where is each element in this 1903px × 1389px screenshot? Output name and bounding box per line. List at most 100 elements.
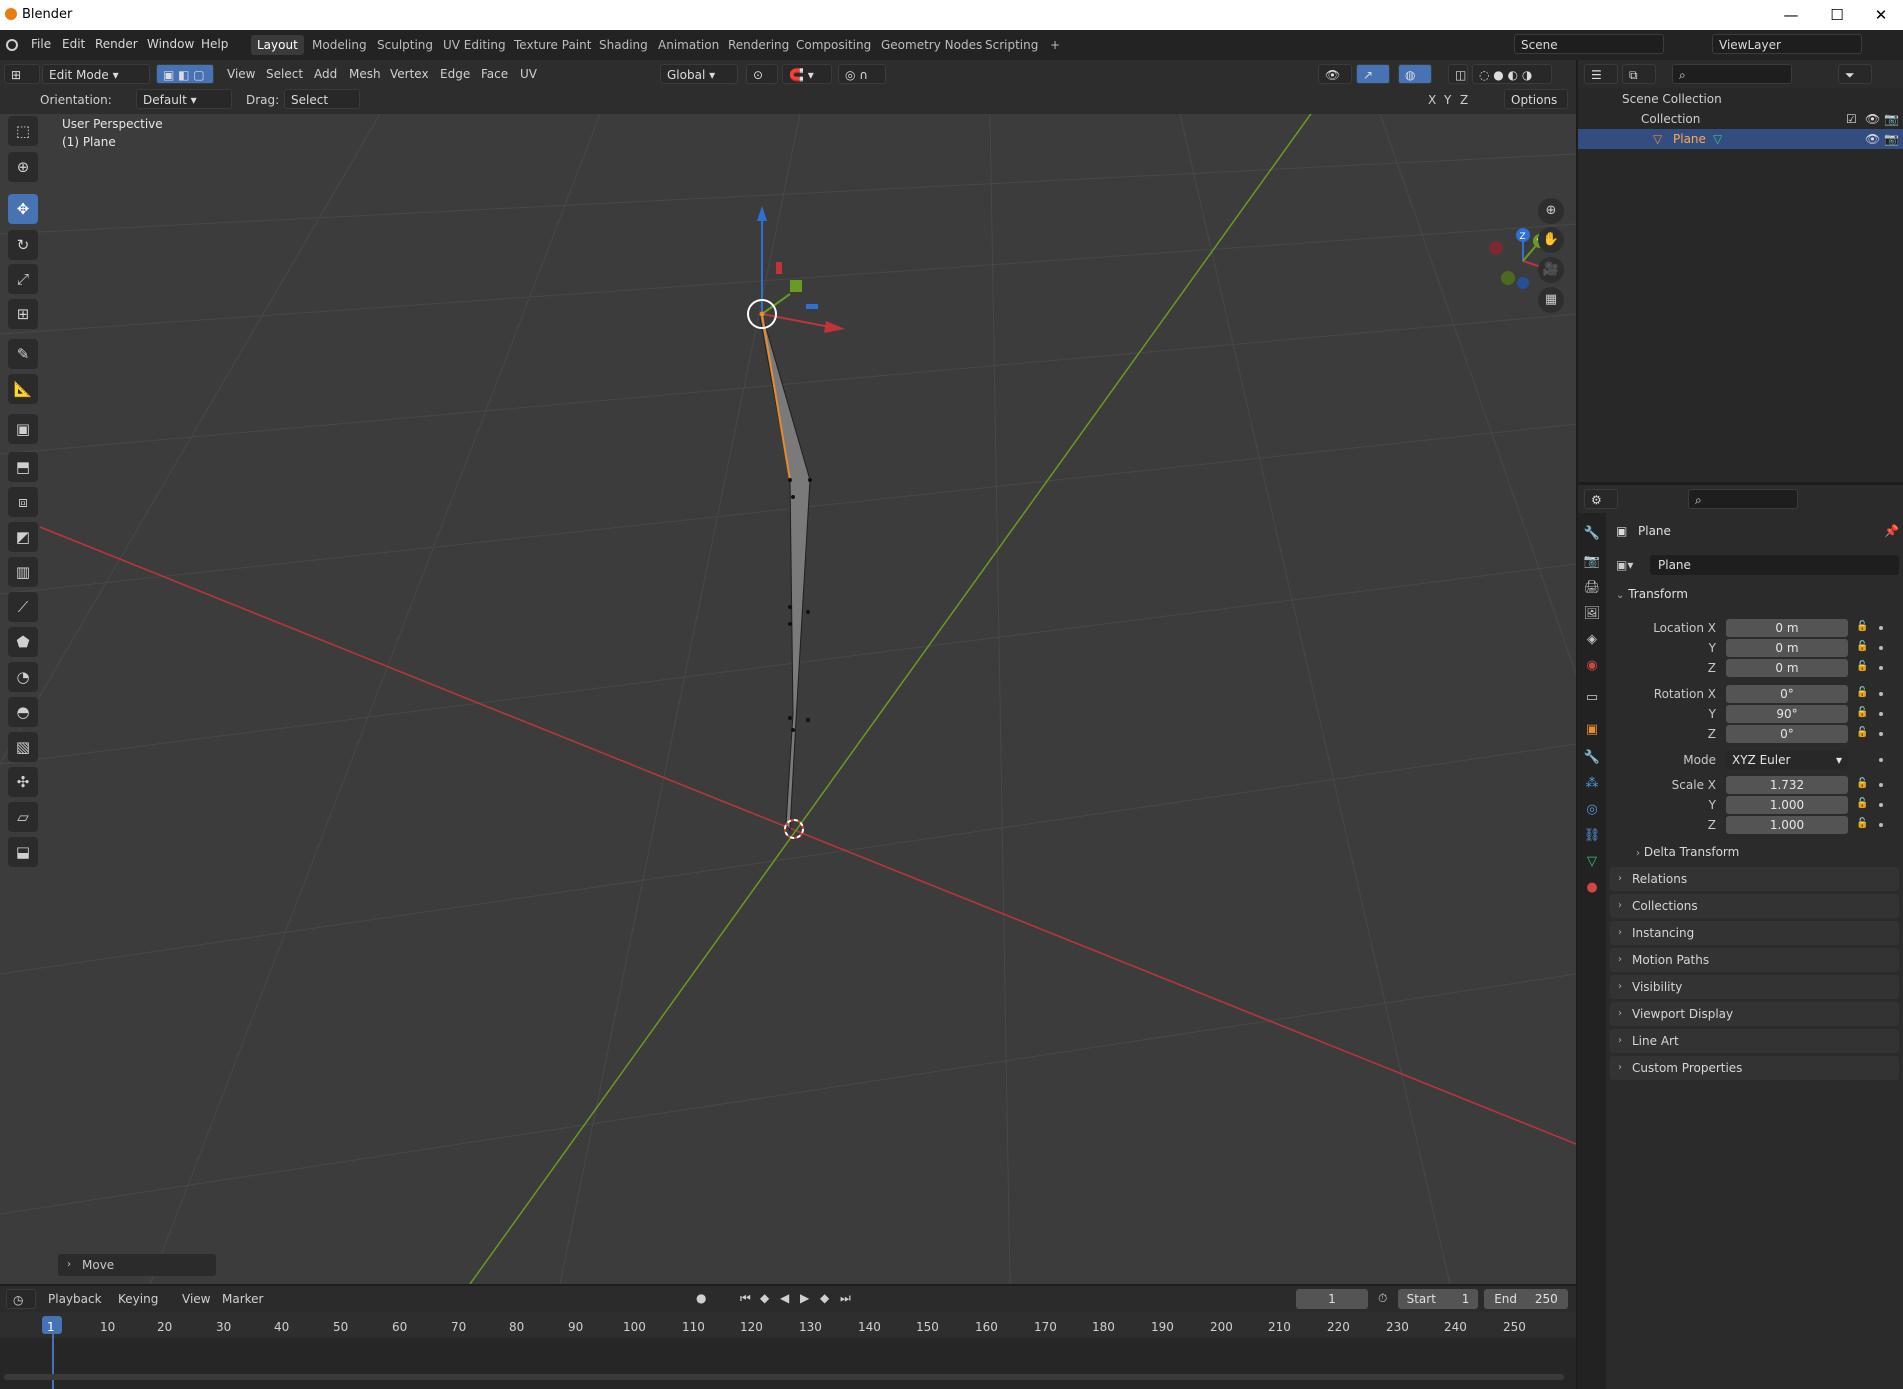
extrude-tool[interactable]: ⬒ [8,452,38,482]
spin-tool[interactable]: ◔ [8,662,38,692]
menu-vertex[interactable]: Vertex [390,67,429,81]
scale-z-field[interactable]: 1.000 [1726,816,1848,834]
select-box-tool[interactable]: ⬚ [8,116,38,146]
keying-menu[interactable]: Keying [118,1292,158,1306]
orientation-dropdown[interactable]: Default ▾ [136,89,232,109]
lock-icon[interactable]: 🔓 [1856,661,1868,672]
menu-help[interactable]: Help [201,37,228,51]
lock-icon[interactable]: 🔓 [1856,621,1868,632]
modifier-tab-icon[interactable]: 🔧 [1583,749,1601,767]
workspace-tab-layout[interactable]: Layout [251,35,304,55]
rotation-mode-dropdown[interactable]: XYZ Euler ▾ [1726,751,1848,769]
knife-tool[interactable]: ⟋ [8,592,38,622]
view-layer-tab-icon[interactable]: 🖼 [1583,605,1601,623]
add-workspace-button[interactable]: + [1044,35,1066,55]
menu-view[interactable]: View [227,67,255,81]
lock-icon[interactable]: 🔓 [1856,707,1868,718]
menu-file[interactable]: File [31,37,51,51]
next-keyframe-icon[interactable]: ◆ [820,1291,829,1305]
object-name-field[interactable]: Plane [1650,555,1899,575]
close-button[interactable]: ✕ [1858,0,1903,30]
keyframe-dot-icon[interactable] [1879,666,1883,670]
panel-visibility[interactable]: › Visibility [1610,975,1899,999]
filter-icon[interactable]: ⏷ [1838,64,1872,84]
eye-icon[interactable]: 👁 [1865,129,1880,149]
panel-relations[interactable]: › Relations [1610,867,1899,891]
stopwatch-icon[interactable]: ⏱ [1378,1291,1387,1306]
camera-icon[interactable]: 📷 [1884,129,1899,149]
panel-motion-paths[interactable]: › Motion Paths [1610,948,1899,972]
keyframe-dot-icon[interactable] [1879,732,1883,736]
location-x-field[interactable]: 0 m [1726,619,1848,637]
perspective-toggle-icon[interactable]: ▦ [1538,287,1564,313]
collection-tab-icon[interactable]: ▭ [1583,689,1601,707]
editor-type-button[interactable]: ⊞ [4,64,40,84]
shrink-fatten-tool[interactable]: ✣ [8,767,38,797]
proportional-edit-toggle[interactable]: ◎ ∩ [838,64,886,84]
menu-uv[interactable]: UV [520,67,537,81]
bevel-tool[interactable]: ◩ [8,522,38,552]
timeline-editor-type[interactable]: ◷ [6,1289,36,1309]
keyframe-dot-icon[interactable] [1879,783,1883,787]
location-y-field[interactable]: 0 m [1726,639,1848,657]
menu-mesh[interactable]: Mesh [349,67,381,81]
smooth-tool[interactable]: ◓ [8,697,38,727]
rotation-z-field[interactable]: 0° [1726,725,1848,743]
snap-toggle[interactable]: 🧲 ▾ [782,64,832,84]
menu-window[interactable]: Window [147,37,194,51]
overlay-toggle[interactable]: ◍ [1398,64,1432,84]
mode-selector[interactable]: Edit Mode ▾ [42,64,150,84]
lock-icon[interactable]: 🔓 [1856,641,1868,652]
workspace-tab-sculpting[interactable]: Sculpting [371,35,439,55]
blender-menu-icon[interactable] [6,39,18,51]
keyframe-dot-icon[interactable] [1879,712,1883,716]
menu-add[interactable]: Add [314,67,337,81]
keyframe-dot-icon[interactable] [1879,758,1883,762]
checkbox-icon[interactable]: ☑ [1846,109,1857,129]
outliner-search-input[interactable]: ⌕ [1672,64,1792,84]
workspace-tab-shading[interactable]: Shading [593,35,654,55]
end-frame-field[interactable]: End 250 [1484,1289,1568,1309]
constraints-tab-icon[interactable]: ⛓ [1583,827,1601,845]
move-gizmo[interactable] [747,206,845,333]
annotate-tool[interactable]: ✎ [8,339,38,369]
jump-start-icon[interactable]: ⏮ [740,1291,751,1306]
playback-menu[interactable]: Playback [48,1292,102,1306]
workspace-tab-rendering[interactable]: Rendering [722,35,795,55]
world-tab-icon[interactable]: ◉ [1583,657,1601,675]
workspace-tab-uv-editing[interactable]: UV Editing [437,35,512,55]
prev-keyframe-icon[interactable]: ◆ [760,1291,769,1305]
menu-select[interactable]: Select [266,67,303,81]
workspace-tab-modeling[interactable]: Modeling [306,35,373,55]
output-tab-icon[interactable]: 🖨 [1583,579,1601,597]
properties-editor-type[interactable]: ⚙ [1584,489,1618,509]
workspace-tab-compositing[interactable]: Compositing [790,35,877,55]
current-frame-field[interactable]: 1 [1296,1289,1368,1309]
play-icon[interactable]: ▶ [800,1291,809,1305]
cursor-tool[interactable]: ⊕ [8,152,38,182]
marker-menu[interactable]: Marker [222,1292,263,1306]
outliner-row-plane[interactable]: ▽ Plane ▽ 👁 📷 [1578,129,1903,149]
physics-tab-icon[interactable]: ◎ [1583,801,1601,819]
keyframe-dot-icon[interactable] [1879,646,1883,650]
scale-y-field[interactable]: 1.000 [1726,796,1848,814]
camera-icon[interactable]: 📷 [1884,109,1899,129]
menu-edge[interactable]: Edge [440,67,470,81]
keyframe-dot-icon[interactable] [1879,692,1883,696]
maximize-button[interactable]: ☐ [1814,0,1860,30]
keyframe-dot-icon[interactable] [1879,823,1883,827]
mirror-z-toggle[interactable]: Z [1460,93,1468,107]
keyframe-dot-icon[interactable] [1879,803,1883,807]
3d-cursor[interactable] [784,819,804,839]
transform-panel-header[interactable]: ⌄ Transform [1616,587,1688,601]
zoom-view-icon[interactable]: ⊕ [1538,198,1564,224]
transform-orientation-dropdown[interactable]: Global ▾ [660,64,738,84]
panel-collections[interactable]: › Collections [1610,894,1899,918]
panel-custom-properties[interactable]: › Custom Properties [1610,1056,1899,1080]
menu-face[interactable]: Face [481,67,508,81]
rotation-x-field[interactable]: 0° [1726,685,1848,703]
shading-mode-buttons[interactable]: ◌ ● ◐ ◑ [1472,64,1552,84]
lock-icon[interactable]: 🔓 [1856,798,1868,809]
panel-instancing[interactable]: › Instancing [1610,921,1899,945]
timeline-scrollbar[interactable] [4,1374,1564,1380]
